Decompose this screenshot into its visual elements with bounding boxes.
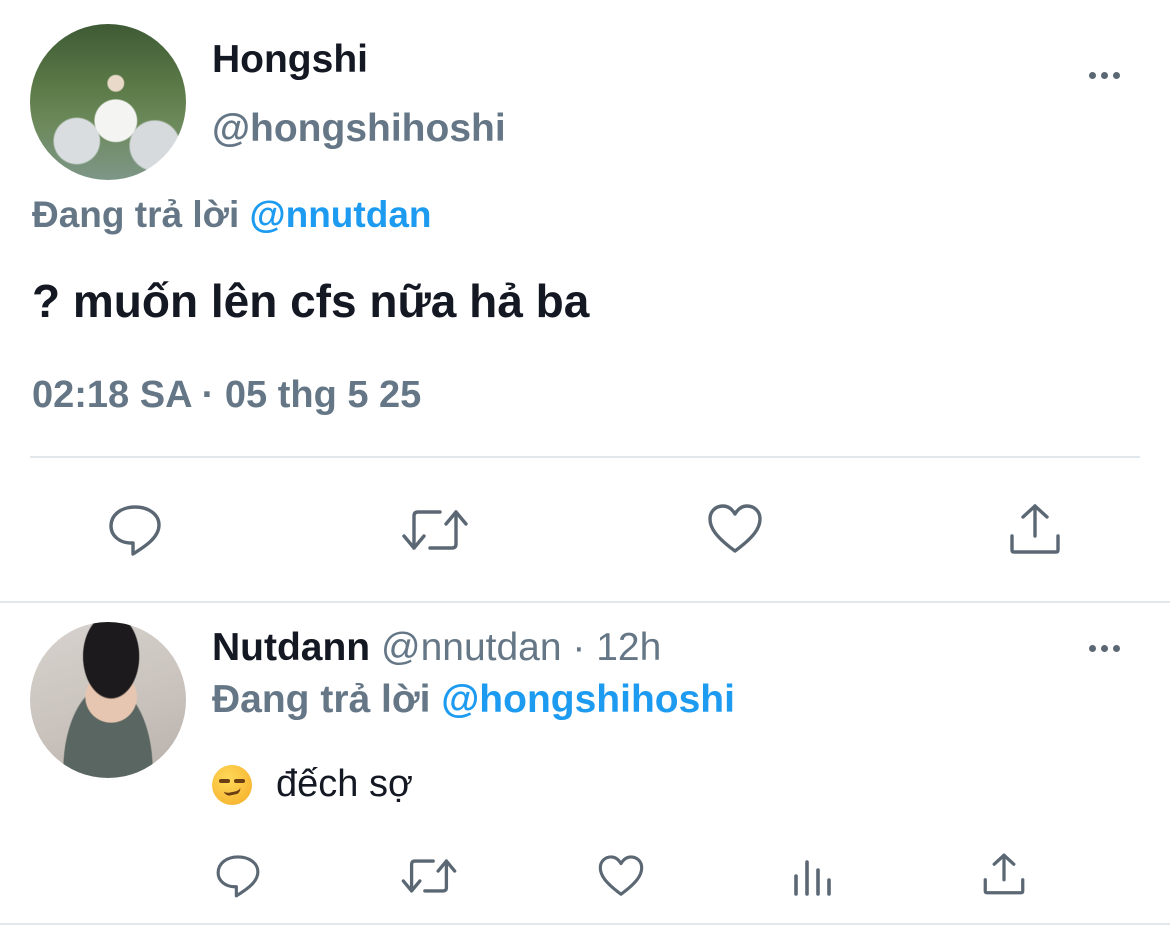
main-author-handle[interactable]: @hongshihoshi [212,107,506,151]
tweet-thread: Hongshi @hongshihoshi Đang trả lời @nnut… [0,0,1170,927]
like-icon[interactable] [706,502,764,556]
share-icon[interactable] [982,852,1026,896]
more-options-icon[interactable] [1089,645,1120,652]
divider [0,601,1170,603]
divider [30,456,1140,458]
reply-tweet-text: đếch sợ [276,763,413,805]
reply-author-handle[interactable]: @nnutdan [381,626,562,669]
reply-separator: · [561,626,597,669]
avatar-main-author[interactable] [30,24,186,180]
replying-mention-link[interactable]: @hongshihoshi [441,678,735,721]
main-replying-to: Đang trả lời @nnutdan [32,194,432,236]
reply-time[interactable]: 12h [596,626,661,669]
more-options-icon[interactable] [1089,72,1120,79]
divider [0,923,1170,925]
share-icon[interactable] [1008,502,1062,556]
reply-icon[interactable] [106,502,164,558]
retweet-icon[interactable] [400,504,470,556]
reply-replying-to: Đang trả lời @hongshihoshi [212,678,735,722]
replying-prefix: Đang trả lời [212,678,431,721]
reply-body: đếch sợ [212,763,413,806]
reply-icon[interactable] [214,852,262,900]
replying-prefix: Đang trả lời [32,194,240,235]
avatar-reply-author[interactable] [30,622,186,778]
like-icon[interactable] [597,853,645,899]
main-author-name[interactable]: Hongshi [212,38,368,82]
main-tweet-text: ? muốn lên cfs nữa hả ba [32,275,590,327]
replying-mention-link[interactable]: @nnutdan [250,194,432,235]
main-tweet-timestamp[interactable]: 02:18 SA · 05 thg 5 25 [32,374,421,417]
reply-header: Nutdann @nnutdan · 12h [212,626,661,670]
reply-author-name[interactable]: Nutdann [212,626,370,669]
retweet-icon[interactable] [400,854,458,898]
analytics-icon[interactable] [792,856,836,898]
smirking-face-icon [212,764,252,805]
